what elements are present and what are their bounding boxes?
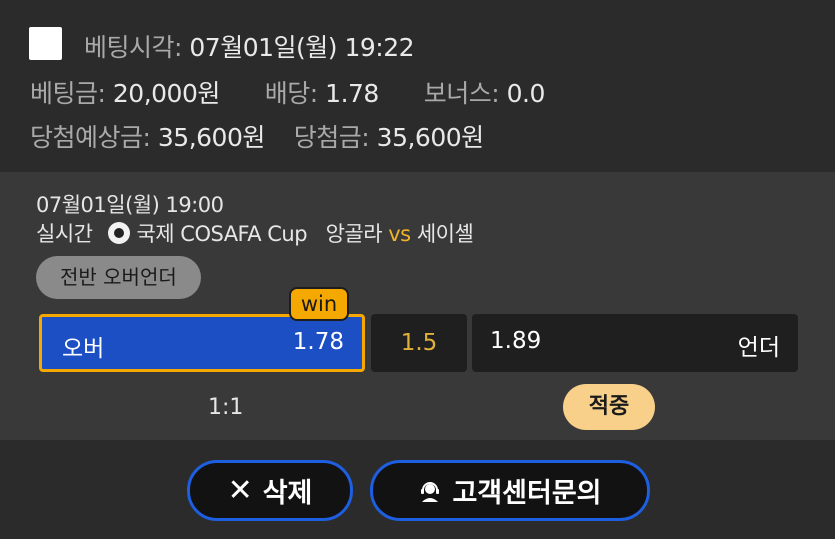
delete-label: 삭제 <box>262 478 313 509</box>
customer-support-button[interactable]: 고객센터문의 <box>370 460 650 521</box>
bet-time-row: 베팅시각: 07월01일(월) 19:22 <box>84 28 415 64</box>
away-team: 세이셸 <box>416 222 474 246</box>
payout-row: 당첨예상금: 35,600원 당첨금: 35,600원 <box>30 118 484 154</box>
home-team: 앙골라 <box>325 222 383 246</box>
bonus-value: 0.0 <box>506 79 546 108</box>
bet-time-value: 07월01일(월) 19:22 <box>189 33 415 62</box>
win-badge: win <box>289 287 349 321</box>
select-checkbox[interactable] <box>29 27 62 60</box>
delete-button[interactable]: ✕ 삭제 <box>187 460 353 521</box>
vs-label: vs <box>388 222 411 246</box>
bet-amount-row: 베팅금: 20,000원 배당: 1.78 보너스: 0.0 <box>30 74 545 110</box>
market-name: 전반 오버언더 <box>36 256 201 299</box>
bet-time-label: 베팅시각: <box>84 33 182 62</box>
handicap-line: 1.5 <box>371 314 467 372</box>
odds-label: 배당: <box>264 79 318 108</box>
league-name: 국제 COSAFA Cup <box>136 222 308 246</box>
match-type: 실시간 <box>36 222 93 246</box>
under-label: 언더 <box>737 335 780 361</box>
under-odds: 1.89 <box>490 328 542 354</box>
soccer-ball-icon <box>108 222 131 244</box>
close-icon: ✕ <box>227 473 253 508</box>
final-score: 1:1 <box>208 395 244 420</box>
expected-payout-value: 35,600원 <box>157 123 265 152</box>
expected-payout-label: 당첨예상금: <box>30 123 151 152</box>
bet-amount-label: 베팅금: <box>30 79 106 108</box>
under-selection[interactable]: 1.89 언더 <box>472 314 798 372</box>
over-odds: 1.78 <box>292 329 344 355</box>
result-badge: 적중 <box>563 384 655 430</box>
headset-icon <box>421 481 440 502</box>
won-amount-label: 당첨금: <box>293 123 370 152</box>
bet-amount-value: 20,000원 <box>112 79 220 108</box>
match-datetime: 07월01일(월) 19:00 <box>36 193 224 217</box>
bonus-label: 보너스: <box>423 79 500 108</box>
support-label: 고객센터문의 <box>452 478 602 509</box>
over-selection[interactable]: 오버 1.78 <box>39 314 365 372</box>
over-label: 오버 <box>62 336 105 362</box>
won-amount-value: 35,600원 <box>376 123 484 152</box>
match-info: 실시간 국제 COSAFA Cup 앙골라 vs 세이셸 <box>36 218 474 248</box>
odds-value: 1.78 <box>325 79 379 108</box>
